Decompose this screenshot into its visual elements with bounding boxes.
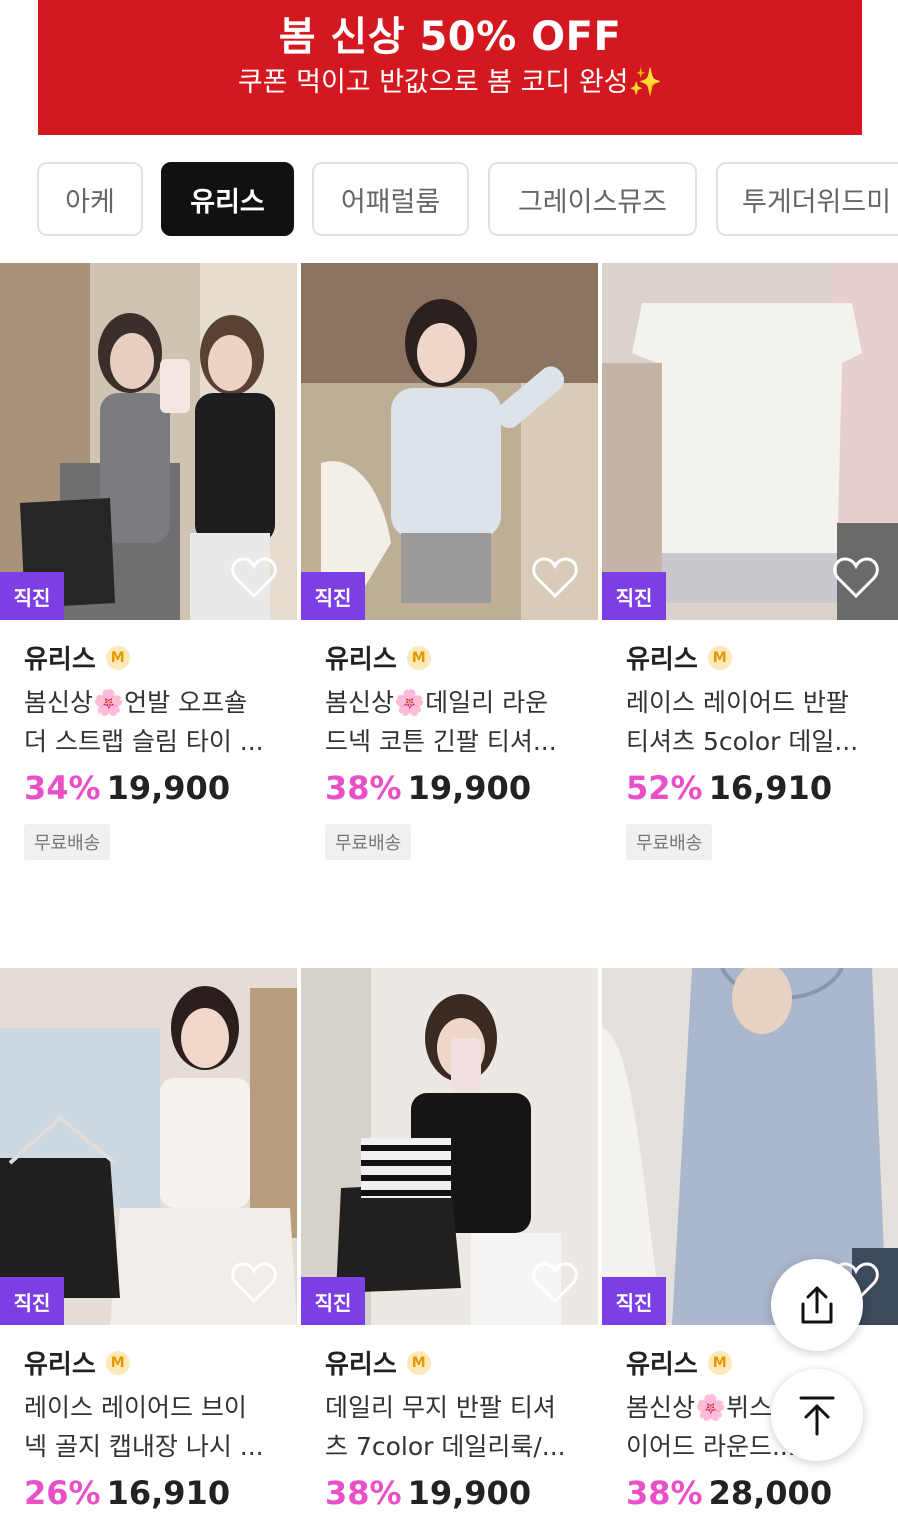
- heart-icon[interactable]: [231, 556, 277, 600]
- membership-badge: M: [406, 1350, 431, 1375]
- arrow-up-icon: [799, 1396, 835, 1436]
- product-price: 38% 28,000: [626, 1474, 832, 1512]
- tab-brand[interactable]: 어패럴룸: [312, 162, 469, 236]
- direct-badge: 직진: [602, 572, 666, 620]
- shop-name[interactable]: 유리스 M: [325, 639, 431, 676]
- membership-badge: M: [105, 645, 130, 670]
- banner-subtitle: 쿠폰 먹이고 반값으로 봄 코디 완성✨: [237, 67, 663, 98]
- membership-badge: M: [707, 645, 732, 670]
- discount-rate: 34%: [24, 769, 101, 807]
- free-shipping-tag: 무료배송: [24, 824, 111, 860]
- product-title[interactable]: 봄신상🌸언발 오프숄 더 스트랩 슬림 타이 ...: [24, 683, 284, 761]
- brand-tabs: 아케 유리스 어패럴룸 그레이스뮤즈 투게더위드미: [0, 162, 898, 236]
- direct-badge: 직진: [0, 1277, 64, 1325]
- free-shipping-tag: 무료배송: [325, 824, 412, 860]
- discount-rate: 26%: [24, 1474, 101, 1512]
- shop-name[interactable]: 유리스 M: [325, 1344, 431, 1381]
- heart-icon[interactable]: [532, 556, 578, 600]
- discount-rate: 52%: [626, 769, 703, 807]
- discount-rate: 38%: [325, 1474, 402, 1512]
- product-price: 26% 16,910: [24, 1474, 230, 1512]
- direct-badge: 직진: [301, 1277, 365, 1325]
- heart-icon[interactable]: [532, 1261, 578, 1305]
- direct-badge: 직진: [602, 1277, 666, 1325]
- promo-banner[interactable]: 봄 신상 50% OFF 쿠폰 먹이고 반값으로 봄 코디 완성✨: [38, 0, 862, 135]
- product-price: 52% 16,910: [626, 769, 832, 807]
- product-image[interactable]: 직진: [0, 263, 297, 620]
- discount-rate: 38%: [325, 769, 402, 807]
- discount-rate: 38%: [626, 1474, 703, 1512]
- product-image[interactable]: 직진: [301, 263, 598, 620]
- shop-name[interactable]: 유리스 M: [626, 639, 732, 676]
- tab-brand[interactable]: 그레이스뮤즈: [488, 162, 697, 236]
- product-price: 38% 19,900: [325, 769, 531, 807]
- product-image[interactable]: 직진: [301, 968, 598, 1325]
- price-amount: 19,900: [407, 769, 532, 807]
- tab-brand[interactable]: 아케: [37, 162, 143, 236]
- price-amount: 16,910: [106, 1474, 231, 1512]
- shop-name[interactable]: 유리스 M: [24, 639, 130, 676]
- banner-title: 봄 신상 50% OFF: [278, 14, 622, 60]
- share-icon: [801, 1286, 833, 1324]
- tab-brand[interactable]: 투게더위드미: [716, 162, 898, 236]
- product-title[interactable]: 봄신상🌸데일리 라운 드넥 코튼 긴팔 티셔...: [325, 683, 585, 761]
- heart-icon[interactable]: [231, 1261, 277, 1305]
- product-title[interactable]: 레이스 레이어드 반팔 티셔츠 5color 데일...: [626, 683, 886, 761]
- shop-name[interactable]: 유리스 M: [24, 1344, 130, 1381]
- heart-icon[interactable]: [833, 556, 879, 600]
- product-price: 34% 19,900: [24, 769, 230, 807]
- price-amount: 16,910: [708, 769, 833, 807]
- tab-brand-active[interactable]: 유리스: [161, 162, 294, 236]
- direct-badge: 직진: [301, 572, 365, 620]
- price-amount: 28,000: [708, 1474, 833, 1512]
- product-title[interactable]: 레이스 레이어드 브이 넥 골지 캡내장 나시 ...: [24, 1388, 284, 1466]
- membership-badge: M: [105, 1350, 130, 1375]
- product-title[interactable]: 데일리 무지 반팔 티셔 츠 7color 데일리룩/...: [325, 1388, 585, 1466]
- scroll-top-button[interactable]: [771, 1369, 863, 1461]
- membership-badge: M: [406, 645, 431, 670]
- shop-name[interactable]: 유리스 M: [626, 1344, 732, 1381]
- product-image[interactable]: 직진: [602, 263, 898, 620]
- free-shipping-tag: 무료배송: [626, 824, 713, 860]
- direct-badge: 직진: [0, 572, 64, 620]
- product-image[interactable]: 직진: [0, 968, 297, 1325]
- membership-badge: M: [707, 1350, 732, 1375]
- price-amount: 19,900: [106, 769, 231, 807]
- product-image[interactable]: 직진: [602, 968, 898, 1325]
- share-button[interactable]: [771, 1259, 863, 1351]
- product-price: 38% 19,900: [325, 1474, 531, 1512]
- price-amount: 19,900: [407, 1474, 532, 1512]
